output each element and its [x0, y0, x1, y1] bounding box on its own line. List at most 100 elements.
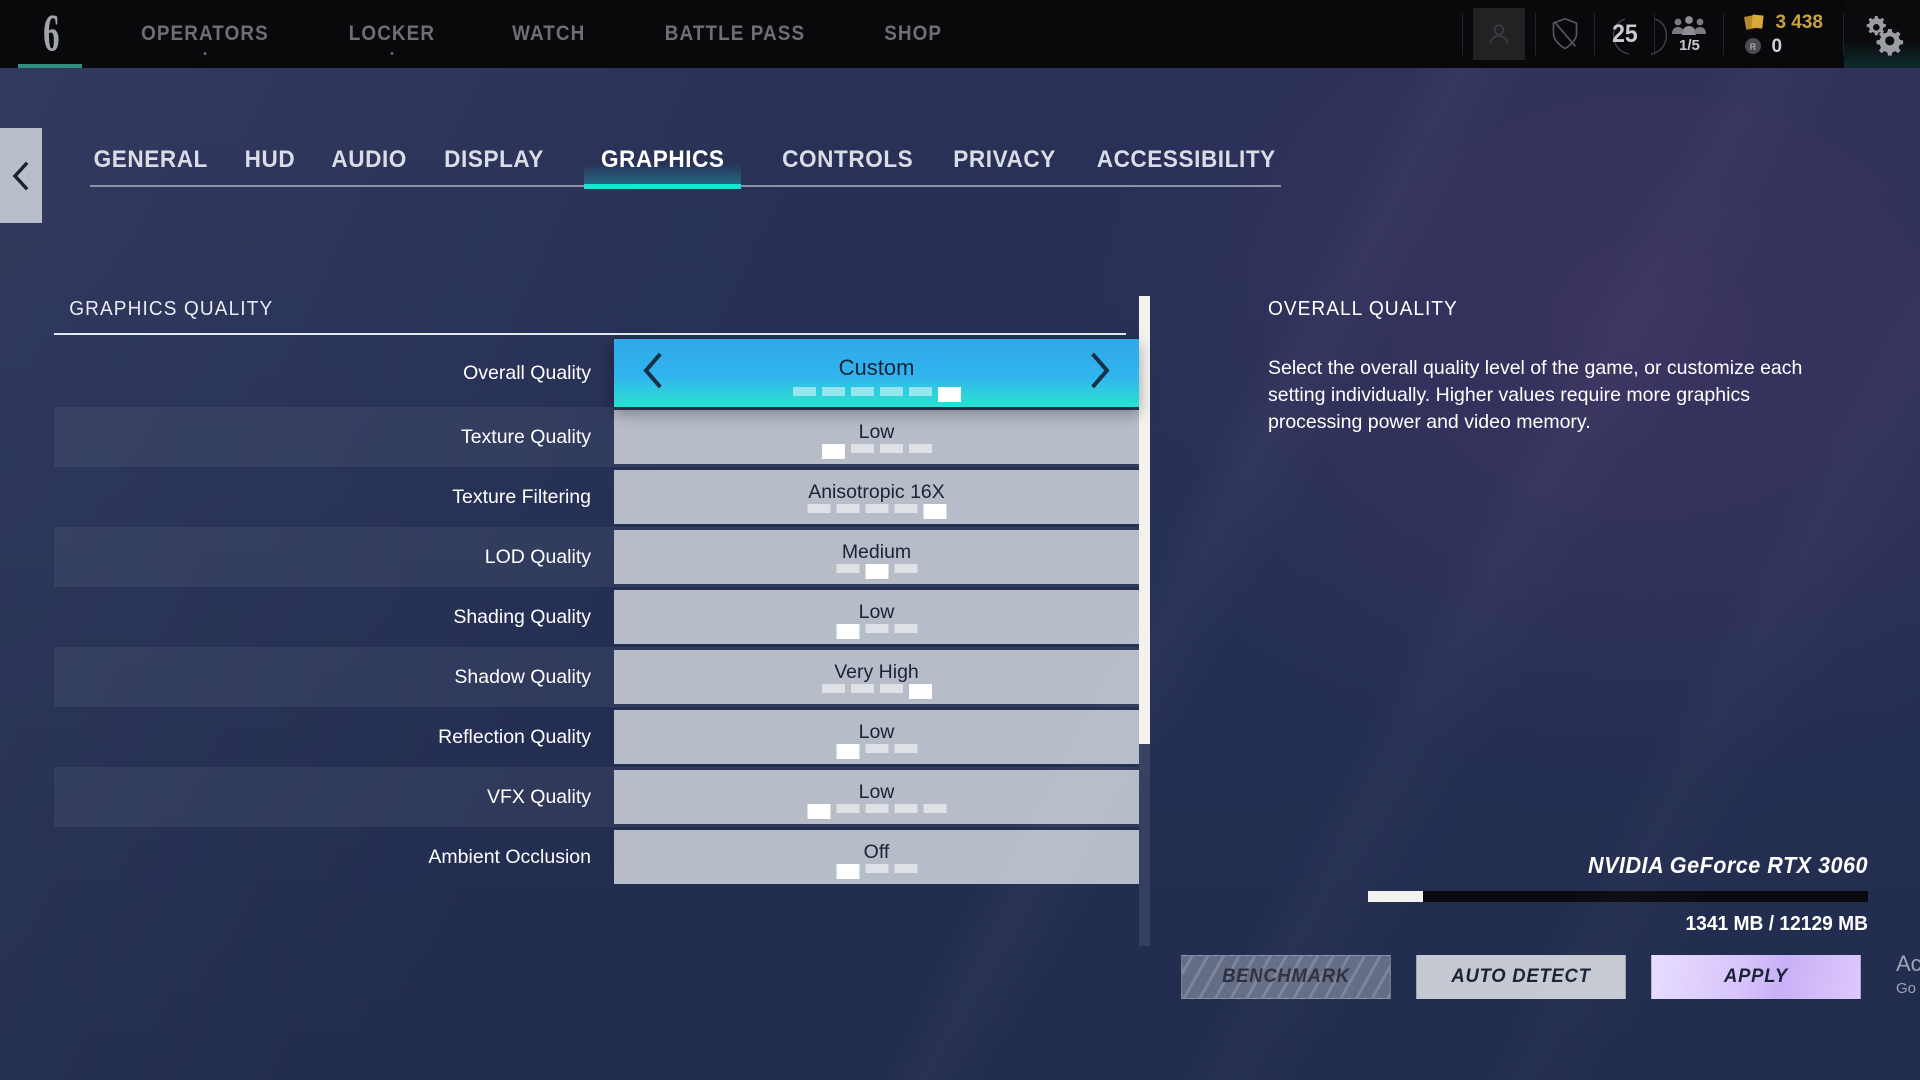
setting-label: Ambient Occlusion: [428, 845, 591, 868]
setting-value-control[interactable]: Low: [614, 590, 1139, 644]
tab-controls[interactable]: CONTROLS: [783, 146, 914, 185]
renown-icon: [1744, 14, 1765, 30]
step-segment: [894, 564, 917, 573]
nav-item-battle-pass[interactable]: BATTLE PASS: [634, 0, 836, 68]
tab-accessibility[interactable]: ACCESSIBILITY: [1096, 146, 1275, 185]
settings-button[interactable]: [1844, 0, 1920, 68]
step-segment: [792, 387, 816, 396]
step-segment: [879, 444, 903, 453]
setting-value: Low: [858, 420, 895, 443]
settings-scrollbar-track[interactable]: [1139, 296, 1150, 946]
auto-detect-button[interactable]: AUTO DETECT: [1416, 955, 1626, 999]
setting-step-indicator: [821, 684, 932, 699]
step-segment: [836, 504, 859, 513]
step-segment: [879, 387, 903, 396]
tab-audio[interactable]: AUDIO: [331, 146, 407, 185]
step-segment: [937, 387, 961, 402]
step-segment: [894, 804, 917, 813]
next-value-arrow[interactable]: [1087, 352, 1113, 395]
setting-step-indicator: [821, 444, 932, 459]
chevron-left-icon: [12, 161, 29, 190]
setting-row[interactable]: Texture Filtering Anisotropic 16X: [54, 467, 1139, 527]
setting-value-control[interactable]: Low: [614, 410, 1139, 464]
setting-row[interactable]: Shading Quality Low: [54, 587, 1139, 647]
step-segment: [850, 387, 874, 396]
nav-label: WATCH: [511, 22, 586, 45]
settings-scrollbar-thumb[interactable]: [1139, 296, 1150, 744]
setting-value-control[interactable]: Custom: [614, 339, 1139, 407]
step-segment: [850, 444, 874, 453]
setting-row[interactable]: LOD Quality Medium: [54, 527, 1139, 587]
step-segment: [865, 744, 888, 753]
step-segment: [821, 684, 845, 693]
tab-display[interactable]: DISPLAY: [444, 146, 544, 185]
setting-label: Shadow Quality: [454, 665, 591, 688]
setting-label: Texture Quality: [460, 425, 591, 448]
vram-bar-fill: [1368, 891, 1423, 902]
nav-label: SHOP: [884, 22, 943, 45]
vram-usage-text: 1341 MB / 12129 MB: [1685, 913, 1868, 935]
step-segment: [836, 744, 859, 759]
avatar[interactable]: [1472, 8, 1525, 60]
step-segment: [865, 504, 888, 513]
r6-credits-icon: R: [1745, 38, 1762, 54]
apply-button[interactable]: APPLY: [1651, 955, 1861, 999]
gpu-name: NVIDIA GeForce RTX 3060: [1588, 852, 1868, 878]
nav-label: LOCKER: [348, 22, 435, 45]
setting-row[interactable]: Overall Quality Custom: [54, 339, 1139, 407]
setting-value: Off: [863, 840, 890, 863]
settings-screen: 6 OPERATORS LOCKER WATCH BATTLE PASS SHO…: [0, 0, 1920, 1080]
nav-item-locker[interactable]: LOCKER: [318, 0, 465, 68]
top-bar-player-status: 25 1/5 3 438 R 0: [1461, 0, 1920, 68]
nav-item-shop[interactable]: SHOP: [854, 0, 973, 68]
setting-value-control[interactable]: Very High: [614, 650, 1139, 704]
benchmark-button[interactable]: BENCHMARK: [1181, 955, 1391, 999]
section-divider: [54, 333, 1126, 335]
previous-value-arrow[interactable]: [640, 352, 666, 395]
setting-row[interactable]: VFX Quality Low: [54, 767, 1139, 827]
step-segment: [821, 387, 845, 396]
tab-graphics[interactable]: GRAPHICS: [584, 146, 742, 189]
setting-step-indicator: [836, 624, 917, 639]
player-level-badge[interactable]: 25: [1595, 8, 1667, 60]
setting-value-control[interactable]: Medium: [614, 530, 1139, 584]
renown-value: 3 438: [1775, 11, 1823, 33]
section-title: GRAPHICS QUALITY: [69, 298, 274, 320]
setting-row[interactable]: Texture Quality Low: [54, 407, 1139, 467]
tab-privacy[interactable]: PRIVACY: [953, 146, 1056, 185]
setting-info-panel: OVERALL QUALITY Select the overall quali…: [1268, 298, 1872, 436]
setting-row[interactable]: Reflection Quality Low: [54, 707, 1139, 767]
setting-value: Very High: [834, 660, 919, 683]
renown-row[interactable]: 3 438: [1744, 13, 1823, 32]
game-logo[interactable]: 6: [0, 0, 100, 68]
back-button[interactable]: [0, 128, 42, 223]
credits-value: 0: [1771, 35, 1783, 57]
player-level-value: 25: [1611, 19, 1638, 48]
setting-step-indicator: [807, 804, 946, 819]
setting-value-control[interactable]: Anisotropic 16X: [614, 470, 1139, 524]
step-segment: [821, 444, 845, 459]
setting-value-control[interactable]: Low: [614, 770, 1139, 824]
credits-row[interactable]: R 0: [1744, 37, 1823, 56]
step-segment: [879, 684, 903, 693]
step-segment: [865, 804, 888, 813]
settings-tab-bar: GENERAL HUD AUDIO DISPLAY GRAPHICS CONTR…: [90, 131, 1281, 189]
step-segment: [923, 804, 946, 813]
shield-icon[interactable]: [1536, 8, 1594, 60]
nav-item-watch[interactable]: WATCH: [481, 0, 615, 68]
watermark-line-1: Activate Windows: [1896, 951, 1920, 976]
setting-step-indicator: [836, 744, 917, 759]
step-segment: [836, 564, 859, 573]
setting-row[interactable]: Ambient Occlusion Off: [54, 827, 1139, 887]
setting-value-control[interactable]: Off: [614, 830, 1139, 884]
step-segment: [894, 504, 917, 513]
r6-siege-logo-icon: 6: [42, 5, 59, 63]
settings-row-list: Overall Quality Custom Texture Quality Low T…: [54, 339, 1139, 887]
nav-item-operators[interactable]: OPERATORS: [110, 0, 299, 68]
tab-hud[interactable]: HUD: [245, 146, 296, 185]
tab-general[interactable]: GENERAL: [94, 146, 208, 185]
step-segment: [865, 864, 888, 873]
windows-activation-watermark: Activate Windows Go to Settings to activ…: [1896, 950, 1920, 1000]
setting-value-control[interactable]: Low: [614, 710, 1139, 764]
setting-row[interactable]: Shadow Quality Very High: [54, 647, 1139, 707]
